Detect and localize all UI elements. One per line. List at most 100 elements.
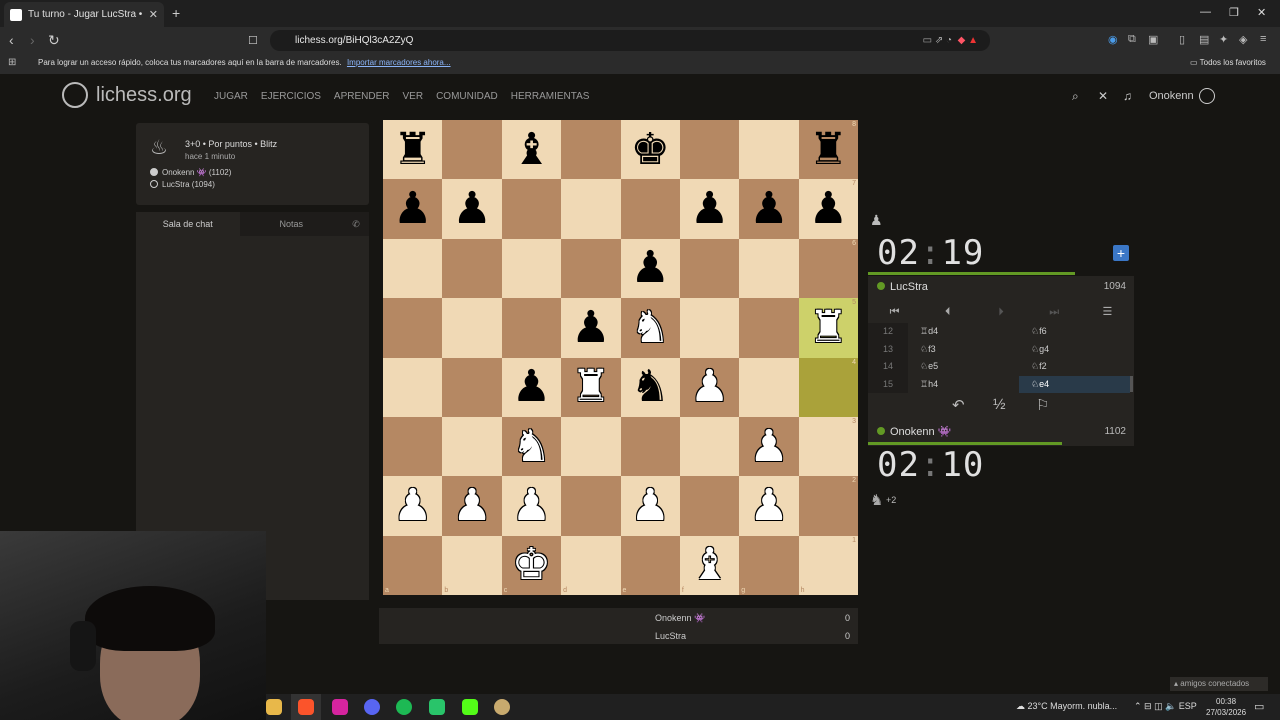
tab-notes[interactable]: Notas — [239, 212, 343, 236]
black-move[interactable]: ♘f2 — [1019, 358, 1130, 376]
nav-puzzles[interactable]: EJERCICIOS — [261, 91, 321, 102]
white-pawn-piece[interactable]: ♟ — [452, 483, 491, 528]
white-move[interactable]: ♘e5 — [908, 358, 1019, 376]
square-b5[interactable] — [442, 298, 502, 358]
move-list-scrollbar[interactable] — [1130, 376, 1133, 392]
square-e7[interactable] — [620, 179, 680, 239]
black-pawn-piece[interactable]: ♟ — [809, 187, 848, 231]
square-c1[interactable]: ♚ c — [501, 535, 562, 595]
white-move[interactable]: ♖d4 — [908, 323, 1019, 341]
square-g6[interactable] — [739, 238, 799, 299]
instagram-icon[interactable] — [332, 699, 348, 715]
square-b6[interactable] — [442, 238, 502, 299]
next-move-icon[interactable]: ⏵ — [974, 302, 1027, 322]
white-move[interactable]: ♘f3 — [908, 341, 1019, 359]
black-move[interactable]: ♘f6 — [1019, 323, 1130, 341]
vpn-icon[interactable]: ▤ — [1199, 33, 1209, 46]
white-move[interactable]: ♖h4 — [908, 376, 1019, 394]
square-g2[interactable]: ♟ — [739, 476, 799, 536]
square-a8[interactable]: ♜ — [383, 120, 443, 180]
square-d8[interactable] — [561, 120, 621, 180]
square-a6[interactable] — [383, 238, 443, 299]
square-g3[interactable]: ♟ — [739, 416, 799, 477]
square-g7[interactable]: ♟ — [739, 179, 799, 239]
close-tab-icon[interactable]: ✕ — [149, 8, 158, 21]
bookmark-icon[interactable]: ☐ — [248, 34, 258, 47]
white-pawn-piece[interactable]: ♟ — [690, 365, 729, 409]
white-rook-piece[interactable]: ♜ — [809, 305, 848, 350]
white-player-info[interactable]: Onokenn 👾 (1102) — [150, 168, 231, 177]
square-e8[interactable]: ♚ — [620, 120, 680, 180]
square-h5[interactable]: ♜ 5 — [798, 298, 858, 358]
black-rook-piece[interactable]: ♜ — [809, 127, 848, 172]
square-a2[interactable]: ♟ — [383, 476, 443, 536]
player-row[interactable]: Onokenn 👾 1102 — [868, 421, 1134, 443]
square-h8[interactable]: ♜ 8 — [798, 120, 858, 180]
white-king-piece[interactable]: ♚ — [512, 543, 551, 587]
square-b7[interactable]: ♟ — [442, 179, 502, 239]
forward-icon[interactable]: › — [30, 32, 35, 48]
nav-play[interactable]: JUGAR — [214, 91, 248, 102]
square-b1[interactable]: b — [442, 535, 502, 595]
app-icon[interactable] — [429, 699, 445, 715]
minimize-icon[interactable]: — — [1200, 6, 1211, 18]
discord-icon[interactable] — [364, 699, 380, 715]
leo-ai-icon[interactable]: ✦ — [1219, 33, 1228, 46]
square-h4[interactable]: 4 — [798, 357, 858, 417]
user-menu[interactable]: Onokenn — [1149, 90, 1194, 102]
square-c5[interactable] — [501, 298, 562, 358]
lichess-logo[interactable]: lichess.org — [62, 82, 192, 108]
extensions-icon[interactable]: ⧉ — [1128, 33, 1136, 46]
new-tab-icon[interactable]: + — [172, 5, 180, 21]
square-f1[interactable]: ♝ f — [679, 535, 740, 595]
square-h1[interactable]: h1 — [798, 535, 858, 595]
white-bishop-piece[interactable]: ♝ — [690, 543, 729, 587]
square-c3[interactable]: ♞ — [501, 416, 562, 477]
file-explorer-icon[interactable] — [266, 699, 282, 715]
square-e1[interactable]: e — [620, 535, 680, 595]
black-move[interactable]: ♘g4 — [1019, 341, 1130, 359]
chessboard[interactable]: ♜ ♝ ♚ ♜ 8 ♟ ♟ ♟ ♟ ♟ 7 ♟ 6 ♟ ♞ ♜ 5 ♟ ♜ ♞ ♟ 4 ♞ ♟ 3 ♟ ♟ ♟ ♟ ♟ 2 a b ♚ c d e ♝ f g… — [383, 120, 858, 595]
black-rook-piece[interactable]: ♜ — [393, 127, 432, 172]
square-c6[interactable] — [501, 238, 562, 299]
sidebar-icon[interactable]: ▯ — [1179, 33, 1185, 46]
apps-grid-icon[interactable]: ⊞ — [8, 54, 16, 72]
square-a1[interactable]: a — [383, 535, 443, 595]
square-g8[interactable] — [739, 120, 799, 180]
offer-draw-icon[interactable]: ½ — [993, 396, 1006, 413]
square-b2[interactable]: ♟ — [442, 476, 502, 536]
square-g1[interactable]: g — [739, 535, 799, 595]
white-pawn-piece[interactable]: ♟ — [630, 483, 669, 528]
square-a3[interactable] — [383, 416, 443, 477]
square-d3[interactable] — [561, 416, 621, 477]
square-h2[interactable]: 2 — [798, 476, 858, 536]
nav-community[interactable]: COMUNIDAD — [436, 91, 498, 102]
menu-icon[interactable]: ≡ — [1260, 33, 1266, 45]
black-king-piece[interactable]: ♚ — [630, 127, 669, 172]
square-f5[interactable] — [679, 298, 740, 358]
nav-watch[interactable]: VER — [403, 91, 424, 102]
square-c8[interactable]: ♝ — [501, 120, 562, 180]
white-knight-piece[interactable]: ♞ — [630, 305, 669, 350]
phone-icon[interactable]: ✆ — [343, 212, 369, 236]
address-bar[interactable]: lichess.org/BiHQl3cA2ZyQ ▭ ⇗ ◔ ◆ ▲ — [270, 30, 990, 51]
search-icon[interactable]: ⌕ — [1072, 89, 1079, 104]
square-e6[interactable]: ♟ — [620, 238, 680, 299]
tab-chat-room[interactable]: Sala de chat — [136, 212, 240, 236]
prev-move-icon[interactable]: ⏴ — [921, 302, 974, 322]
last-move-icon[interactable]: ⏭ — [1028, 302, 1081, 322]
square-f8[interactable] — [679, 120, 740, 180]
close-window-icon[interactable]: ✕ — [1257, 6, 1266, 19]
challenge-icon[interactable]: ✕ — [1098, 89, 1108, 103]
square-d7[interactable] — [561, 179, 621, 239]
black-pawn-piece[interactable]: ♟ — [393, 187, 432, 231]
user-avatar-icon[interactable] — [1199, 88, 1215, 104]
weather-widget[interactable]: ☁ 23°C Mayorm. nubla... — [1016, 701, 1117, 712]
square-d1[interactable]: d — [561, 535, 621, 595]
kick-icon[interactable] — [462, 699, 478, 715]
square-f3[interactable] — [679, 416, 740, 477]
square-h3[interactable]: 3 — [798, 416, 858, 477]
brave-icon[interactable] — [298, 699, 314, 715]
white-pawn-piece[interactable]: ♟ — [749, 483, 788, 528]
square-e2[interactable]: ♟ — [620, 476, 680, 536]
